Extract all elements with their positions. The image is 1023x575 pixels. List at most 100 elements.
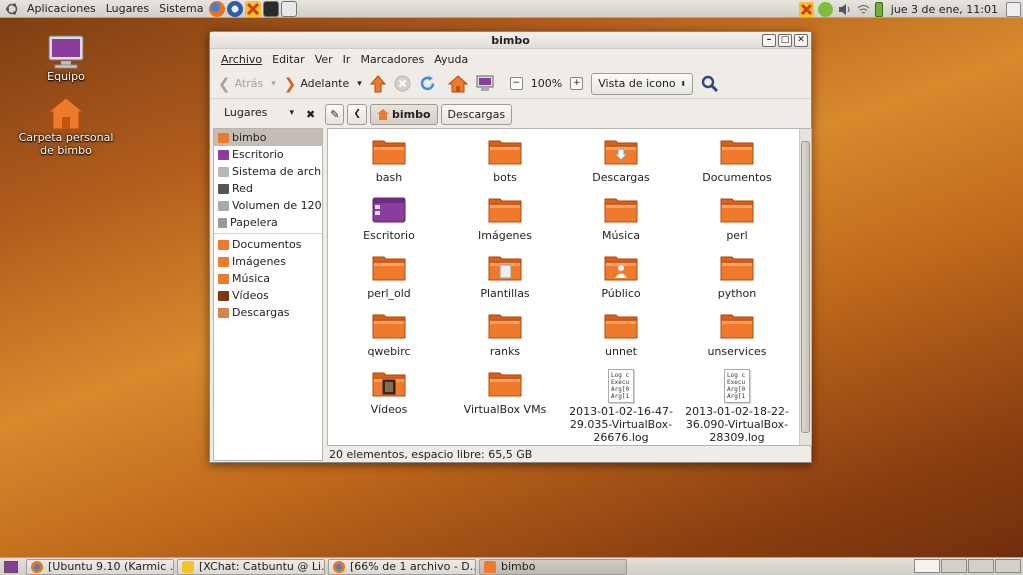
terminal-icon[interactable]: [263, 0, 280, 17]
menu-editar[interactable]: Editar: [267, 53, 310, 66]
view-mode-select[interactable]: Vista de icono ⬍: [591, 72, 694, 95]
sidebar-item-network[interactable]: Red: [214, 180, 322, 197]
up-button[interactable]: [369, 74, 386, 93]
firefox-icon[interactable]: [209, 0, 226, 17]
workspace-3[interactable]: [968, 559, 994, 573]
breadcrumb-bimbo[interactable]: bimbo: [369, 103, 438, 125]
vertical-scrollbar[interactable]: [799, 129, 811, 445]
sidebar-item-documentos[interactable]: Documentos: [214, 236, 322, 253]
computer-button[interactable]: [476, 75, 494, 92]
side-pane-select[interactable]: Lugares ▾: [218, 103, 300, 125]
xchat-icon[interactable]: [245, 0, 262, 17]
zoom-in-button[interactable]: +: [570, 77, 584, 90]
taskbar-item-download[interactable]: [66% de 1 archivo - D...: [328, 558, 476, 575]
sidebar-item-imagenes[interactable]: Imágenes: [214, 253, 322, 270]
breadcrumb-descargas[interactable]: Descargas: [440, 103, 513, 125]
network-icon[interactable]: [856, 2, 871, 17]
status-bar: 20 elementos, espacio libre: 65,5 GB: [329, 448, 533, 461]
sidebar-item-musica[interactable]: Música: [214, 270, 322, 287]
file-item-label: Descargas: [592, 171, 650, 184]
file-item[interactable]: Documentos: [679, 137, 795, 184]
file-item[interactable]: Log c Execu Arg[0 Arg[1 2013-01-02-16-47-…: [563, 369, 679, 444]
forward-arrow-icon: ❯: [283, 74, 297, 93]
clock[interactable]: jue 3 de ene, 11:01: [885, 3, 1004, 16]
file-item[interactable]: perl_old: [331, 253, 447, 300]
taskbar-item-firefox[interactable]: [Ubuntu 9.10 (Karmic ...: [26, 558, 174, 575]
folder-icon: [218, 273, 229, 284]
back-label: Atrás: [234, 77, 264, 90]
file-item[interactable]: Log c Execu Arg[0 Arg[1 2013-01-02-18-22-…: [679, 369, 795, 444]
window-titlebar[interactable]: bimbo – □ ✕: [210, 32, 811, 49]
desktop-icon-home[interactable]: Carpeta personal de bimbo: [12, 95, 120, 157]
file-item[interactable]: ranks: [447, 311, 563, 358]
file-item[interactable]: bash: [331, 137, 447, 184]
menu-archivo[interactable]: Archivo: [216, 53, 267, 66]
screenshot-icon[interactable]: [281, 0, 298, 17]
edit-location-button[interactable]: ✎: [325, 103, 345, 125]
breadcrumb-left-button[interactable]: ❮: [347, 103, 367, 125]
system-menu[interactable]: Sistema: [154, 2, 208, 15]
back-arrow-icon: ❮: [218, 74, 231, 93]
sidebar-item-escritorio[interactable]: Escritorio: [214, 146, 322, 163]
file-item-label: Público: [601, 287, 641, 300]
desktop-icon-computer[interactable]: Equipo: [30, 34, 102, 83]
sidebar-item-filesystem[interactable]: Sistema de arch...: [214, 163, 322, 180]
back-button[interactable]: ❮ Atrás ▾: [218, 75, 276, 93]
file-item[interactable]: Plantillas: [447, 253, 563, 300]
file-item[interactable]: Música: [563, 195, 679, 242]
file-item[interactable]: unservices: [679, 311, 795, 358]
show-desktop-icon[interactable]: [4, 560, 18, 573]
volume-icon[interactable]: [837, 2, 852, 17]
top-panel: Aplicaciones Lugares Sistema jue 3 de en…: [0, 0, 1023, 18]
thunderbird-icon[interactable]: [227, 0, 244, 17]
menu-ir[interactable]: Ir: [338, 53, 356, 66]
shutdown-icon[interactable]: [1006, 1, 1021, 17]
file-item[interactable]: Vídeos: [331, 369, 447, 416]
file-item[interactable]: Escritorio: [331, 195, 447, 242]
menu-ayuda[interactable]: Ayuda: [429, 53, 473, 66]
ubuntu-logo-icon[interactable]: [5, 2, 19, 16]
reload-button[interactable]: [419, 75, 436, 92]
battery-icon[interactable]: [874, 1, 883, 17]
workspace-4[interactable]: [995, 559, 1021, 573]
places-menu[interactable]: Lugares: [101, 2, 154, 15]
minimize-button[interactable]: –: [762, 34, 776, 47]
sidebar-item-trash[interactable]: Papelera: [214, 214, 322, 231]
home-button[interactable]: [447, 74, 468, 93]
stop-button[interactable]: [394, 75, 411, 92]
taskbar-item-label: [XChat: Catbuntu @ Li...: [199, 560, 325, 573]
sidebar-item-volume[interactable]: Volumen de 120...: [214, 197, 322, 214]
file-item[interactable]: bots: [447, 137, 563, 184]
file-item[interactable]: VirtualBox VMs: [447, 369, 563, 416]
xchat-tray-icon[interactable]: [798, 1, 814, 17]
sidebar-item-videos[interactable]: Vídeos: [214, 287, 322, 304]
file-item[interactable]: qwebirc: [331, 311, 447, 358]
maximize-button[interactable]: □: [778, 34, 792, 47]
close-pane-icon[interactable]: ✖: [306, 108, 315, 121]
taskbar-item-label: bimbo: [501, 560, 536, 573]
close-button[interactable]: ✕: [794, 34, 808, 47]
updates-icon[interactable]: [817, 1, 833, 17]
folder-icon: [720, 198, 754, 223]
file-item[interactable]: Imágenes: [447, 195, 563, 242]
file-item[interactable]: Descargas: [563, 137, 679, 184]
zoom-out-button[interactable]: −: [509, 77, 523, 90]
sidebar-item-bimbo[interactable]: bimbo: [214, 129, 322, 146]
taskbar-item-xchat[interactable]: [XChat: Catbuntu @ Li...: [177, 558, 325, 575]
file-item[interactable]: unnet: [563, 311, 679, 358]
search-button[interactable]: [701, 75, 719, 93]
workspace-2[interactable]: [941, 559, 967, 573]
sidebar-item-label: bimbo: [232, 131, 267, 144]
applications-menu[interactable]: Aplicaciones: [22, 2, 101, 15]
workspace-1[interactable]: [914, 559, 940, 573]
menu-marcadores[interactable]: Marcadores: [355, 53, 429, 66]
file-item[interactable]: python: [679, 253, 795, 300]
menu-ver[interactable]: Ver: [310, 53, 338, 66]
scrollbar-thumb[interactable]: [801, 141, 810, 433]
file-item[interactable]: perl: [679, 195, 795, 242]
forward-button[interactable]: ❯ Adelante ▾: [284, 75, 362, 93]
sidebar-item-descargas[interactable]: Descargas: [214, 304, 322, 321]
file-item[interactable]: Público: [563, 253, 679, 300]
taskbar-item-bimbo[interactable]: bimbo: [479, 558, 627, 575]
file-item-label: perl_old: [367, 287, 411, 300]
